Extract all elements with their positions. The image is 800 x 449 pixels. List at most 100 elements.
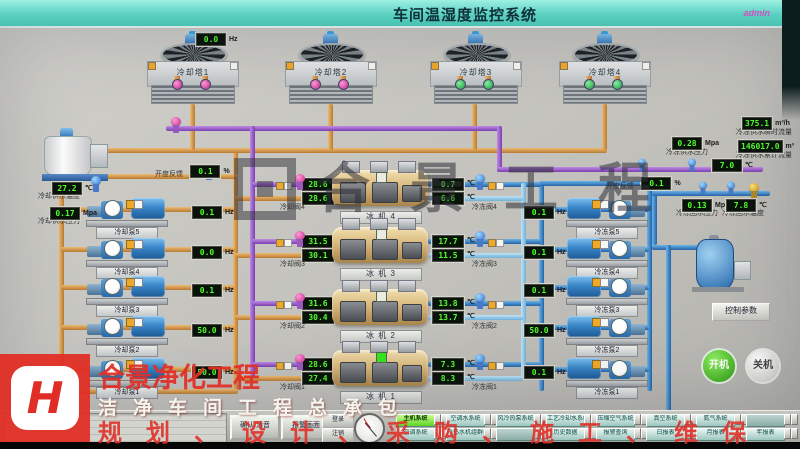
chilled-valve-icon[interactable] — [474, 354, 486, 370]
chilled-valve-icon[interactable] — [474, 174, 486, 190]
nav-daily-report[interactable]: 日报表 — [646, 428, 685, 441]
valve-label: 冷却阀2 — [280, 322, 305, 331]
temp-value: 28.6 — [302, 192, 334, 205]
status-indicator — [488, 182, 496, 190]
valve-label: 冷冻阀2 — [472, 322, 497, 331]
cooling-pump-4[interactable]: 冷却泵4 — [86, 238, 166, 278]
nav-indicator — [434, 414, 441, 425]
nav-monthly-report[interactable]: 月报表 — [696, 428, 735, 441]
cooling-valve-icon[interactable] — [294, 174, 306, 190]
nav-ac-system[interactable]: 空调系统 — [396, 428, 435, 441]
cooling-tower-2[interactable]: 冷却塔2 — [282, 34, 378, 106]
chilled-pump-5[interactable]: 冷冻泵5 — [566, 198, 646, 238]
chilled-pump-1[interactable]: 冷冻泵1 — [566, 358, 646, 398]
chilled-supply-temp: 7.0℃ — [712, 157, 753, 175]
pump-gauge-icon — [104, 278, 121, 295]
cooling-supply-pressure: 0.17Mpa — [50, 205, 97, 223]
nav-disabled[interactable] — [746, 414, 785, 427]
status-indicator — [276, 239, 284, 247]
status-indicator — [148, 62, 156, 70]
chilled-pump-2[interactable]: 冷冻泵2 — [566, 316, 646, 356]
nav-indicator — [634, 428, 641, 439]
stop-button[interactable]: 关机 — [745, 348, 781, 384]
chilled-pump-3[interactable]: 冷冻泵3 — [566, 276, 646, 316]
nav-chiller-group-control[interactable]: 冷热水机组群控 — [446, 428, 485, 441]
metric-value: 7.0 — [712, 159, 742, 172]
status-indicator — [284, 239, 292, 247]
chiller-2[interactable]: 冷却阀2 31.6 30.4 13.8℃ 13.7℃ 冷冻阀2 冰 机 2 — [276, 289, 506, 341]
cooling-pump-5[interactable]: 冷却泵5 — [86, 198, 166, 238]
nav-main-system[interactable]: 主机系统 — [396, 414, 435, 427]
nav-heat-pump-system[interactable]: 风冷热泵系统 — [496, 414, 535, 427]
nav-indicator — [784, 428, 791, 439]
alarm-row[interactable]: 2 — [4, 421, 226, 428]
transmitter-icon — [698, 182, 708, 195]
pump-gauge-icon — [104, 318, 121, 335]
cooling-valve-icon[interactable] — [294, 231, 306, 247]
tower-valve-icon — [338, 79, 349, 90]
nav-disabled[interactable] — [496, 428, 535, 441]
tower-grille — [151, 85, 235, 104]
nav-alarm-query[interactable]: 报警查询 — [596, 428, 635, 441]
nav-compressed-air-system[interactable]: 压缩空气系统 — [596, 414, 635, 427]
temp-value: 31.5 — [302, 235, 334, 248]
cooling-valve-icon[interactable] — [294, 293, 306, 309]
pump-base — [566, 298, 648, 305]
nav-yearly-report[interactable]: 年报表 — [746, 428, 785, 441]
nav-process-cooling-system[interactable]: 工艺冷却水系统 — [546, 414, 585, 427]
alarm-row[interactable]: 4 — [4, 435, 226, 442]
unit-label: % — [674, 179, 680, 189]
pump-speed: 0.1Hz — [192, 204, 234, 222]
chiller-3[interactable]: 冷却阀3 31.5 30.1 17.7℃ 11.5℃ 冷冻阀3 冰 机 3 — [276, 227, 506, 279]
chilled-valve-icon[interactable] — [474, 231, 486, 247]
pump-indicator — [134, 200, 143, 209]
logged-in-user: admin — [743, 8, 770, 18]
cooling-pump-1[interactable]: 冷却泵1 — [86, 358, 166, 398]
chiller-body — [332, 350, 428, 386]
cooling-pump-3[interactable]: 冷却泵3 — [86, 276, 166, 316]
nav-vacuum-system[interactable]: 真空系统 — [646, 414, 685, 427]
alarm-list[interactable]: 1 2 3 4 — [3, 413, 227, 442]
chilled-valve-icon[interactable] — [474, 293, 486, 309]
unit-label: Hz — [225, 208, 234, 218]
temp-value: 30.4 — [302, 311, 334, 324]
unit-label: ℃ — [467, 373, 475, 383]
cooling-tower-4[interactable]: 冷却塔4 — [556, 34, 652, 106]
cooling-tower-3[interactable]: 冷却塔3 — [427, 34, 523, 106]
pump-label: 冷却泵2 — [96, 345, 158, 357]
tank-body — [696, 239, 734, 289]
chiller-1[interactable]: 冷却阀1 28.6 27.4 7.3℃ 8.3℃ 冷冻阀1 冰 机 1 — [276, 350, 506, 402]
status-indicator — [230, 62, 238, 70]
alarm-row[interactable]: 1 — [4, 414, 226, 421]
cooling-valve-icon[interactable] — [294, 354, 306, 370]
nav-history-data[interactable]: 历史数据 — [546, 428, 585, 441]
control-params-button[interactable]: 控制参数 — [712, 303, 770, 321]
nav-ac-water-system[interactable]: 空调水系统 — [446, 414, 485, 427]
pump-base — [566, 338, 648, 345]
unit-label: Hz — [225, 286, 234, 296]
tower-1-speed: 0.0Hz — [196, 31, 238, 49]
unit-label: ℃ — [85, 184, 93, 194]
metric-label: 开度反馈 — [606, 183, 634, 190]
speed-value: 0.0 — [192, 246, 222, 259]
nav-nitrogen-system[interactable]: 氮气系统 — [696, 414, 735, 427]
page-title: 车间温湿度监控系统 — [0, 4, 800, 25]
temp-value: 6.6 — [432, 192, 464, 205]
tower-valve-icon — [310, 79, 321, 90]
status-indicator — [284, 301, 292, 309]
ack-mute-button[interactable]: 确认/消音 — [230, 415, 280, 440]
start-button[interactable]: 开机 — [701, 348, 737, 384]
pump-gauge-icon — [611, 200, 628, 217]
chilled-pump-4[interactable]: 冷冻泵4 — [566, 238, 646, 278]
login-button[interactable]: 登录 — [322, 414, 354, 428]
pump-base — [566, 260, 648, 267]
bypass-valve-icon[interactable] — [170, 117, 182, 133]
alarm-row[interactable]: 3 — [4, 428, 226, 435]
chiller-4[interactable]: 冷却阀4 28.6 28.6 0.7℃ 6.6℃ 冷冻阀4 冰 机 4 — [276, 170, 506, 222]
status-indicator — [431, 62, 439, 70]
bottom-bar: 1 2 3 4 确认/消音 报警画面 登录 注销 主机系统 空调水系统 风冷热泵… — [0, 410, 800, 443]
logout-button[interactable]: 注销 — [322, 428, 354, 442]
pump-inlet — [87, 366, 102, 377]
unit-label: Hz — [557, 286, 566, 296]
cooling-pump-2[interactable]: 冷却泵2 — [86, 316, 166, 356]
